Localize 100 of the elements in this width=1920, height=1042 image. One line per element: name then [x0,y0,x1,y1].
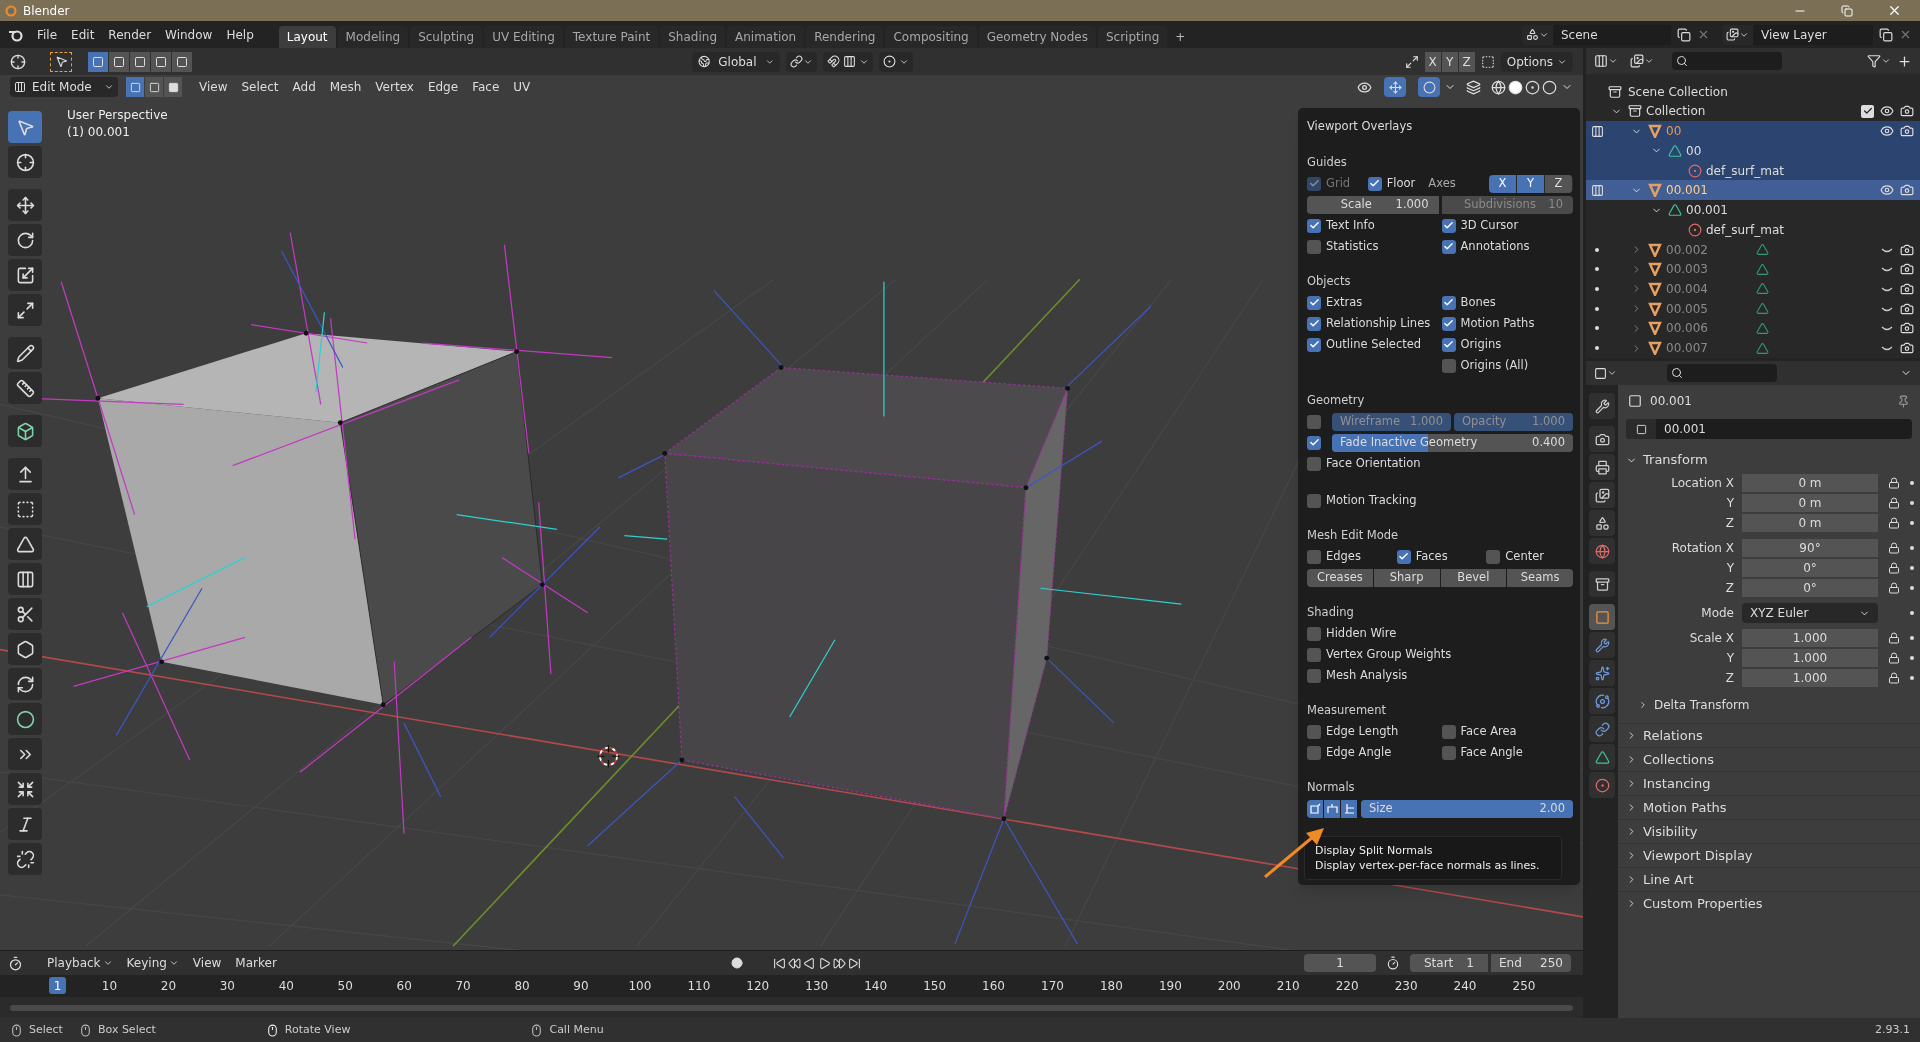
number-field[interactable]: 0° [1742,578,1878,598]
object-name-field[interactable]: 00.001 [1626,419,1912,439]
checkbox-label: Edge Angle [1326,743,1392,761]
menu-item[interactable]: Select [234,77,286,97]
outliner-row[interactable]: 00 [1586,121,1920,142]
menu-item[interactable]: Playback [41,953,119,973]
toggle-button[interactable]: Sharp [1373,568,1440,587]
status-hint: Box Select [97,1021,156,1038]
outliner-row[interactable]: def_surf_mat [1586,160,1920,181]
add-workspace-button[interactable]: + [1169,26,1192,48]
frame-number: 120 [745,978,771,995]
workspace-tab[interactable]: Scripting [1097,26,1168,48]
subpanel-header[interactable]: Delta Transform [1618,693,1920,717]
panel-header[interactable]: Viewport Display [1618,843,1920,867]
outliner-item-name: 00.001 [1686,202,1728,220]
menu-item[interactable]: Marker [229,953,283,973]
outliner-row[interactable]: Collection [1586,101,1920,122]
workspace-tab[interactable]: Rendering [806,26,884,48]
menu-item[interactable]: Vertex [368,77,421,97]
workspace-tab[interactable]: Compositing [885,26,977,48]
mode-dropdown[interactable]: Edit Mode [10,77,118,97]
number-field[interactable]: Scale 1.000 [1307,195,1439,214]
toggle-button[interactable]: Bevel [1440,568,1507,587]
axis-toggle[interactable]: X [1489,174,1517,193]
outliner-row[interactable]: def_surf_mat [1586,219,1920,240]
outliner-row[interactable]: 00.007 [1586,338,1920,358]
mode-dropdown[interactable]: XYZ Euler [1742,603,1878,623]
workspace-tab[interactable]: Shading [660,26,725,48]
outliner-item-name: 00 [1686,142,1702,160]
menu-item[interactable]: UV [506,77,538,97]
panel-header[interactable]: Instancing [1618,771,1920,795]
workspace-tab[interactable]: Animation [727,26,805,48]
mirror-axis-toggle[interactable]: X [1424,51,1441,72]
number-field[interactable]: 1.000 [1742,628,1878,648]
number-field[interactable]: 1.000 [1742,648,1878,668]
number-field[interactable]: 90° [1742,538,1878,558]
outliner-row[interactable]: 00.005 [1586,298,1920,319]
panel-header[interactable]: Visibility [1618,819,1920,843]
workspace-tab[interactable]: Texture Paint [564,26,659,48]
workspace-tab[interactable]: Modeling [337,26,409,48]
section-heading: Measurement [1307,702,1387,720]
checkbox-label: Text Info [1326,216,1375,234]
section-heading: Normals [1307,779,1356,797]
workspace-tab[interactable]: Sculpting [410,26,483,48]
workspace-tab[interactable]: Layout [278,26,336,48]
start-frame-field[interactable]: Start 1 [1410,954,1488,972]
menu-item[interactable]: Window [158,23,220,46]
end-frame-field[interactable]: End 250 [1491,954,1571,972]
number-field[interactable]: 0 m [1742,513,1878,533]
mirror-axis-toggle[interactable]: Z [1458,51,1475,72]
axis-toggle[interactable]: Y [1517,174,1545,193]
number-field[interactable]: 1.000 [1742,668,1878,688]
current-frame-field[interactable]: 1 [1304,954,1376,972]
checkbox-label: Face Orientation [1326,454,1421,472]
menu-item[interactable]: Render [101,23,159,46]
menu-item[interactable]: View [186,953,228,973]
menu-item[interactable]: Mesh [322,77,369,97]
menu-item[interactable]: Edge [420,77,466,97]
outliner-row[interactable]: 00.003 [1586,259,1920,280]
number-field[interactable]: 0° [1742,558,1878,578]
panel-header[interactable]: Collections [1618,747,1920,771]
number-field[interactable]: 0 m [1742,473,1878,493]
object-name: 00.001 [1650,393,1692,410]
panel-header[interactable]: Motion Paths [1618,795,1920,819]
menu-item[interactable]: Face [465,77,507,97]
mirror-axis-toggle[interactable]: Y [1441,51,1458,72]
menu-item[interactable]: Help [219,23,261,46]
panel-header[interactable]: Custom Properties [1618,891,1920,915]
view-layer-field[interactable]: View Layer [1753,24,1873,45]
status-hint: Rotate View [284,1021,351,1038]
outliner-row[interactable]: 00.004 [1586,279,1920,299]
menu-item[interactable]: Add [285,77,323,97]
panel-header[interactable]: Relations [1618,723,1920,747]
outliner-row[interactable]: 00.006 [1586,318,1920,339]
toggle-button[interactable]: Seams [1507,568,1573,587]
options-dropdown[interactable]: Options [1500,51,1573,72]
toggle-button[interactable]: Creases [1307,568,1373,587]
checkbox-label: Origins [1460,335,1502,353]
workspace-tab[interactable]: Geometry Nodes [978,26,1096,48]
outliner-row[interactable]: 00 [1586,141,1920,161]
orientation-dropdown[interactable]: Global [692,51,780,72]
checkbox-label: Extras [1326,293,1363,311]
slider[interactable]: Size 2.00 [1361,799,1573,818]
frame-number: 210 [1275,978,1301,995]
panel-header[interactable]: Line Art [1618,867,1920,891]
menu-item[interactable]: File [30,23,65,46]
menu-item[interactable]: View [192,77,235,97]
axis-toggle[interactable]: Z [1545,174,1573,193]
menu-item[interactable]: Edit [64,23,102,46]
outliner-row[interactable]: 00.001 [1586,200,1920,220]
outliner-row[interactable]: 00.001 [1586,180,1920,201]
checkbox-label: Grid [1326,174,1351,192]
status-hint: Call Menu [549,1021,604,1038]
frame-number: 20 [159,978,178,995]
scene-field[interactable]: Scene [1553,24,1671,45]
menu-item[interactable]: Keying [120,953,185,973]
number-field[interactable]: 0 m [1742,493,1878,513]
workspace-tab[interactable]: UV Editing [484,26,563,48]
outliner-row[interactable]: 00.002 [1586,239,1920,260]
panel-header[interactable]: Transform [1618,447,1920,473]
